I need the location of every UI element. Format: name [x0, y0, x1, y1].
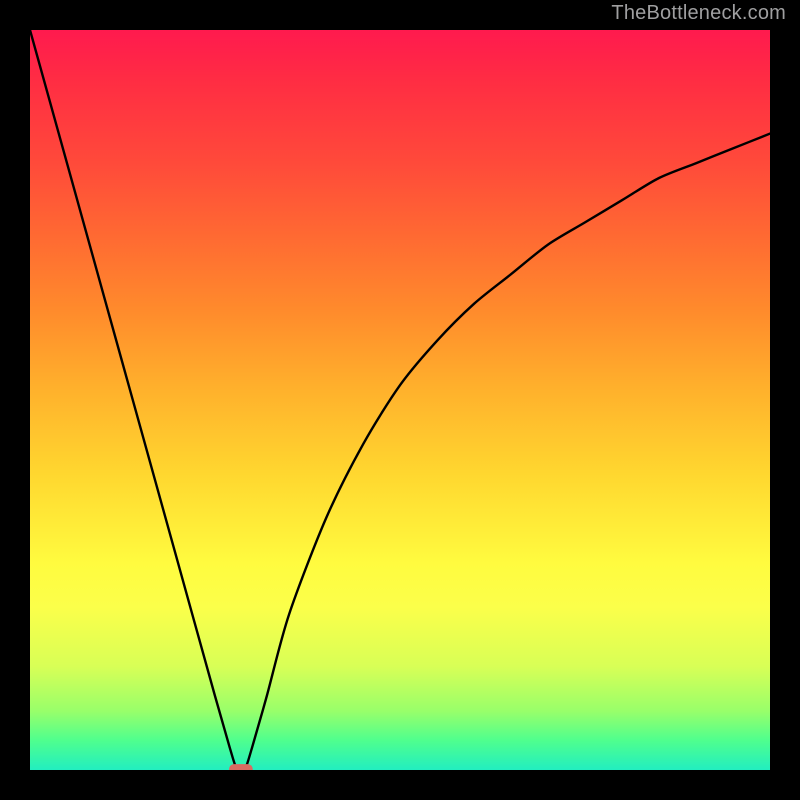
bottleneck-curve: [30, 30, 770, 770]
chart-frame: TheBottleneck.com: [0, 0, 800, 800]
plot-area: [30, 30, 770, 770]
watermark-label: TheBottleneck.com: [611, 2, 786, 25]
optimum-marker: [229, 764, 253, 770]
curve-layer: [30, 30, 770, 770]
